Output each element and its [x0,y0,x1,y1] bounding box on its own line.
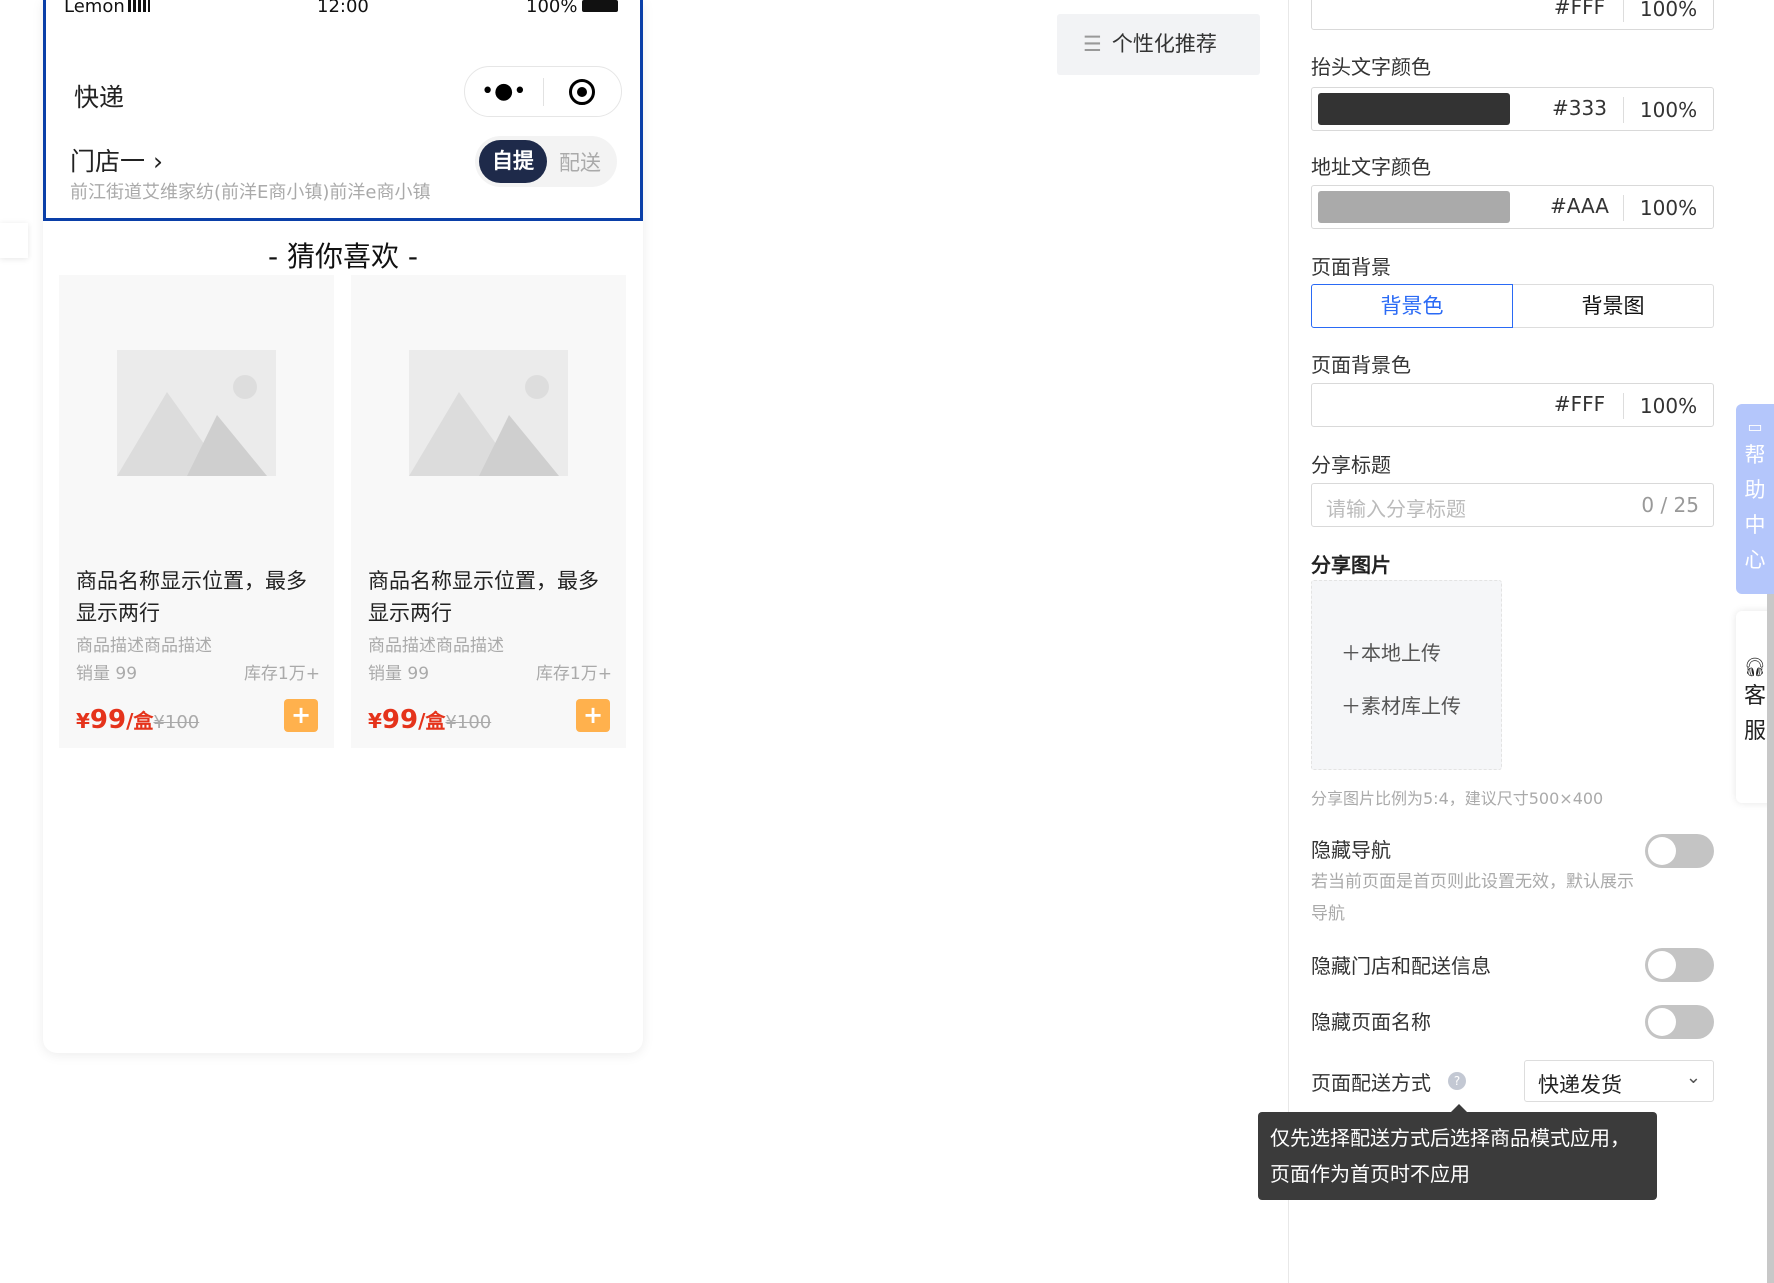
store-selector[interactable]: 门店一 › [70,142,163,178]
personalized-button[interactable]: ☰ 个性化推荐 [1057,14,1260,75]
original-price: ¥100 [445,712,492,733]
share-image-uploader: ＋本地上传 ＋素材库上传 [1311,580,1502,770]
menu-icon: ☰ [1083,32,1102,56]
panel-divider [1288,0,1289,1283]
mini-program-capsule: •●• [464,66,622,117]
char-count: 0 / 25 [1641,493,1699,517]
chevron-down-icon: ⌄ [1685,1067,1701,1088]
local-upload-button[interactable]: ＋本地上传 [1341,637,1441,666]
battery-icon [582,0,618,12]
page-bg-color-picker[interactable]: #FFF 100% [1311,383,1714,427]
image-placeholder-icon [117,350,276,476]
product-price: ¥99/盒¥100 [368,705,492,735]
product-desc: 商品描述商品描述 [368,636,504,656]
section-title: - 猜你喜欢 - [267,240,418,273]
customer-service-label: 客服 [1744,684,1767,744]
scrollbar[interactable] [1767,594,1774,1283]
bg-image-option[interactable]: 背景图 [1513,284,1714,328]
personalized-label: 个性化推荐 [1111,32,1217,56]
product-sales: 销量 99 [368,664,430,684]
color-swatch [1318,93,1510,125]
share-image-hint: 分享图片比例为5:4，建议尺寸500×400 [1311,789,1604,808]
more-icon[interactable]: •●• [465,79,543,104]
add-to-cart-button[interactable]: + [576,699,610,732]
help-center-label: 帮助中心 [1744,443,1766,572]
product-name: 商品名称显示位置，最多显示两行 [76,569,307,625]
store-name: 门店一 [70,147,146,176]
hide-nav-toggle[interactable] [1645,834,1714,868]
product-price: ¥99/盒¥100 [76,705,200,735]
help-question-icon[interactable]: ? [1448,1072,1466,1090]
mode-pickup[interactable]: 自提 [479,140,547,183]
hide-page-name-toggle[interactable] [1645,1005,1714,1039]
image-placeholder-icon [409,350,568,476]
hide-page-name-label: 隐藏页面名称 [1311,1010,1431,1034]
chevron-right-icon: › [145,147,163,176]
product-desc: 商品描述商品描述 [76,636,212,656]
bg-color-option[interactable]: 背景色 [1311,284,1513,328]
hide-store-toggle[interactable] [1645,948,1714,982]
delivery-label: 页面配送方式 [1311,1071,1431,1095]
share-image-label: 分享图片 [1311,553,1391,577]
page-title: 快递 [74,83,125,112]
hide-store-label: 隐藏门店和配送信息 [1311,954,1491,978]
product-card[interactable]: 商品名称显示位置，最多显示两行 商品描述商品描述 销量 99 库存1万+ ¥99… [59,275,334,748]
address-text-color-label: 地址文字颜色 [1311,155,1431,179]
carrier: Lemon [64,0,125,17]
page-bg-label: 页面背景 [1311,255,1391,279]
delivery-tooltip: 仅先选择配送方式后选择商品模式应用，页面作为首页时不应用 [1258,1112,1657,1200]
mode-delivery[interactable]: 配送 [547,147,613,177]
delivery-mode-switch: 自提 配送 [475,136,617,187]
product-stock: 库存1万+ [243,664,320,684]
status-time: 12:00 [317,0,369,17]
delivery-select-value: 快递发货 [1538,1073,1622,1097]
signal-icon [128,0,150,12]
original-price: ¥100 [153,712,200,733]
add-to-cart-button[interactable]: + [284,699,318,732]
header-text-color-picker[interactable]: #333 100% [1311,87,1714,131]
help-center-button[interactable]: ▭ 帮助中心 [1736,404,1774,594]
top-color-picker[interactable]: #FFF 100% [1311,0,1714,30]
hide-nav-label: 隐藏导航 [1311,838,1391,862]
tooltip-arrow [1451,1104,1467,1112]
share-title-placeholder: 请输入分享标题 [1326,497,1466,521]
product-sales: 销量 99 [76,664,138,684]
battery-text: 100% [526,0,578,17]
close-target-icon[interactable] [544,78,622,105]
share-title-label: 分享标题 [1311,453,1391,477]
color-swatch [1318,191,1510,223]
product-stock: 库存1万+ [535,664,612,684]
hide-nav-desc: 若当前页面是首页则此设置无效，默认展示导航 [1311,872,1634,924]
chat-icon: ▭ [1747,417,1763,436]
address-text-color-picker[interactable]: #AAA 100% [1311,185,1714,229]
page-bg-segmented: 背景色 背景图 [1311,284,1714,328]
header-text-color-label: 抬头文字颜色 [1311,55,1431,79]
product-card[interactable]: 商品名称显示位置，最多显示两行 商品描述商品描述 销量 99 库存1万+ ¥99… [351,275,626,748]
store-address: 前江街道艾维家纺(前洋E商小镇)前洋e商小镇 [70,182,431,203]
library-upload-button[interactable]: ＋素材库上传 [1341,690,1461,719]
page-bg-color-label: 页面背景色 [1311,353,1411,377]
product-name: 商品名称显示位置，最多显示两行 [368,569,599,625]
share-title-input[interactable]: 请输入分享标题 0 / 25 [1311,483,1714,527]
delivery-select[interactable]: 快递发货 ⌄ [1524,1060,1714,1102]
